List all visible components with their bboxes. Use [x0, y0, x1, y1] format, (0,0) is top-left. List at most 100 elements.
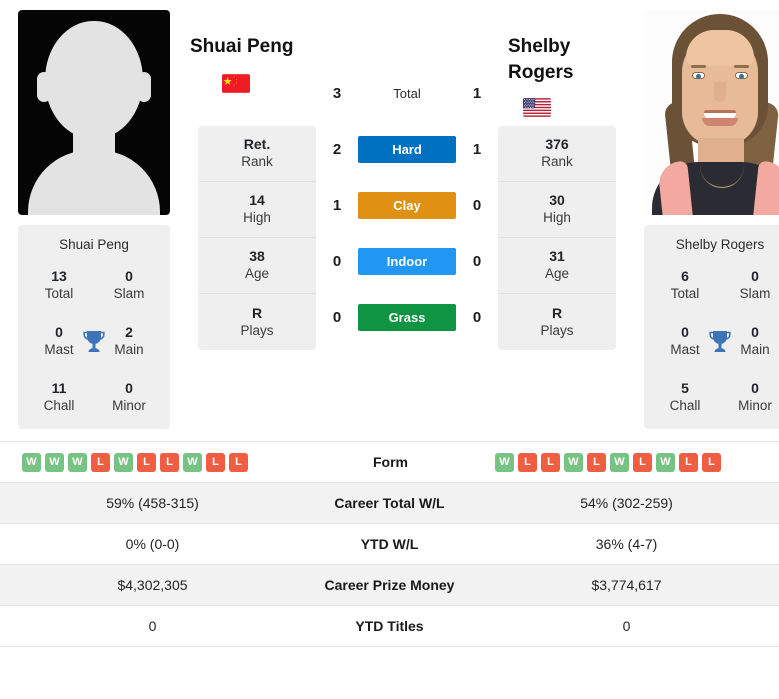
form-badge: L: [91, 452, 110, 472]
stat-label: Chall: [669, 398, 701, 413]
left-value: 0: [148, 618, 157, 634]
profile-high: 30 High: [498, 182, 616, 238]
right-value: 36% (4-7): [595, 536, 658, 552]
portrait-pupil-left: [696, 74, 701, 79]
form-badge: L: [518, 452, 537, 472]
profile-label: Age: [544, 266, 570, 281]
profile-value: 14: [249, 192, 265, 208]
comparison-header: Shuai Peng 13 Total 0 Slam 0 Mast 2 Main…: [0, 0, 779, 429]
form-badge: W: [656, 452, 675, 472]
h2h-right-score: 0: [472, 196, 482, 214]
form-badge: W: [68, 452, 87, 472]
table-row-career-prize-money: $4,302,305 Career Prize Money $3,774,617: [0, 565, 779, 606]
stat-minor: 0 Minor: [720, 380, 779, 415]
right-player-photo: [644, 10, 779, 215]
profile-label: Age: [244, 266, 270, 281]
profile-label: Plays: [540, 322, 574, 338]
h2h-right-score: 1: [472, 84, 482, 102]
h2h-row-grass: 0 Grass 0: [316, 289, 498, 345]
profile-value: Ret.: [243, 136, 271, 152]
surface-badge-indoor[interactable]: Indoor: [358, 247, 456, 275]
stat-slam: 0 Slam: [94, 268, 164, 303]
left-form-badges: W W W L W L L W L L: [18, 452, 288, 472]
stat-value: 0: [751, 268, 759, 284]
form-badge: L: [679, 452, 698, 472]
portrait-lower-lip: [702, 118, 738, 126]
portrait-forehead: [686, 30, 754, 66]
left-player-profile-column: Ret. Rank 14 High 38 Age R Plays: [198, 126, 316, 350]
h2h-left-score: 0: [332, 252, 342, 270]
table-row-label: Career Total W/L: [334, 495, 445, 511]
trophy-icon: [83, 330, 105, 352]
h2h-row-hard: 2 Hard 1: [316, 121, 498, 177]
right-titles-grid: 6 Total 0 Slam 0 Mast 0 Main 5 Chall 0 M…: [650, 268, 779, 415]
profile-rank: Ret. Rank: [198, 126, 316, 182]
left-player-column: Shuai Peng 13 Total 0 Slam 0 Mast 2 Main…: [18, 10, 170, 429]
stat-value: 11: [51, 380, 67, 396]
left-player-card-name: Shuai Peng: [59, 237, 129, 252]
left-player-titles-card: Shuai Peng 13 Total 0 Slam 0 Mast 2 Main…: [18, 225, 170, 429]
comparison-table: W W W L W L L W L L Form W L L W L W L W: [0, 441, 779, 647]
table-row-label: Form: [373, 454, 408, 470]
profile-value: 31: [549, 248, 565, 264]
stat-value: 0: [751, 380, 759, 396]
profile-label: Rank: [541, 154, 573, 169]
stat-value: 6: [681, 268, 689, 284]
left-value: $4,302,305: [117, 577, 188, 593]
profile-label: Plays: [240, 322, 274, 338]
form-badge: W: [114, 452, 133, 472]
profile-high: 14 High: [198, 182, 316, 238]
portrait-pupil-right: [739, 74, 744, 79]
portrait-eyebrow-left: [691, 65, 706, 68]
form-badge: L: [206, 452, 225, 472]
right-value: 54% (302-259): [580, 495, 673, 511]
trophy-icon: [709, 330, 731, 352]
right-player-titles-card: Shelby Rogers 6 Total 0 Slam 0 Mast 0 Ma…: [644, 225, 779, 429]
stat-value: 5: [681, 380, 689, 396]
surface-badge-hard[interactable]: Hard: [358, 135, 456, 163]
form-badge: L: [633, 452, 652, 472]
head-to-head-column: 3 Total 1 2 Hard 1 1 Clay 0 0 Indoor 0 0: [316, 10, 498, 345]
stat-label: Chall: [43, 398, 75, 413]
h2h-right-score: 0: [472, 252, 482, 270]
form-badge: W: [564, 452, 583, 472]
surface-badge-grass[interactable]: Grass: [358, 303, 456, 331]
h2h-left-score: 2: [332, 140, 342, 158]
form-badge: L: [229, 452, 248, 472]
right-form-badges: W L L W L W L W L L: [493, 452, 761, 472]
stat-value: 0: [125, 380, 133, 396]
form-badge: W: [183, 452, 202, 472]
stat-value: 13: [51, 268, 67, 284]
profile-plays: R Plays: [498, 294, 616, 350]
surface-badge-clay[interactable]: Clay: [358, 191, 456, 219]
right-value: 0: [622, 618, 631, 634]
form-badge: W: [495, 452, 514, 472]
profile-rank: 376 Rank: [498, 126, 616, 182]
stat-label: Minor: [738, 398, 772, 413]
right-player-column: Shelby Rogers 6 Total 0 Slam 0 Mast 0 Ma…: [644, 10, 779, 429]
stat-label: Total: [670, 286, 700, 301]
right-value: $3,774,617: [591, 577, 662, 593]
profile-age: 38 Age: [198, 238, 316, 294]
h2h-left-score: 3: [332, 84, 342, 102]
portrait-eyebrow-right: [734, 65, 749, 68]
stat-total: 13 Total: [24, 268, 94, 303]
stat-total: 6 Total: [650, 268, 720, 303]
table-row-ytd-titles: 0 YTD Titles 0: [0, 606, 779, 647]
table-row-label: YTD W/L: [360, 536, 419, 552]
player-comparison-page: Shuai Peng 13 Total 0 Slam 0 Mast 2 Main…: [0, 0, 779, 699]
profile-value: 38: [249, 248, 265, 264]
stat-label: Slam: [739, 286, 771, 301]
form-badge: L: [137, 452, 156, 472]
h2h-left-score: 0: [332, 308, 342, 326]
table-row-label: YTD Titles: [355, 618, 424, 634]
portrait-nose: [714, 82, 726, 102]
table-row-career-total-wl: 59% (458-315) Career Total W/L 54% (302-…: [0, 483, 779, 524]
stat-value: 0: [125, 268, 133, 284]
h2h-row-indoor: 0 Indoor 0: [316, 233, 498, 289]
stat-label: Slam: [113, 286, 145, 301]
stat-label: Minor: [112, 398, 146, 413]
profile-value: 30: [549, 192, 565, 208]
left-titles-grid: 13 Total 0 Slam 0 Mast 2 Main 11 Chall 0…: [24, 268, 164, 415]
form-badge: L: [587, 452, 606, 472]
